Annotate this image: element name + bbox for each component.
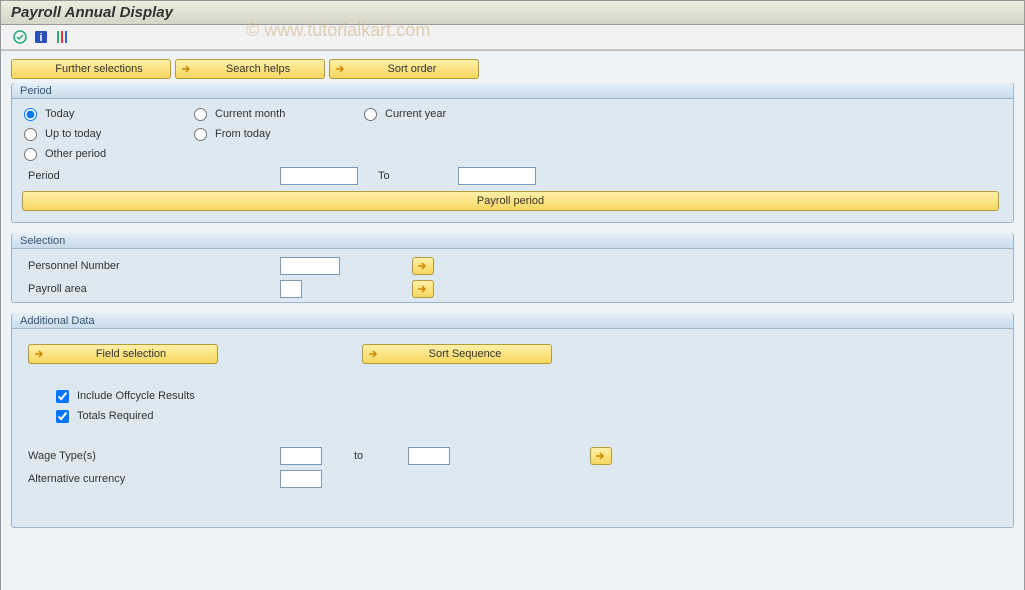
arrow-right-icon bbox=[594, 450, 608, 462]
personnel-number-helper-button[interactable] bbox=[412, 257, 434, 275]
sort-order-button[interactable]: Sort order bbox=[329, 59, 479, 79]
payroll-area-input[interactable] bbox=[280, 280, 302, 298]
wage-types-from-input[interactable] bbox=[280, 447, 322, 465]
period-group: Period Today Current month Current year bbox=[11, 83, 1014, 223]
alt-currency-label: Alternative currency bbox=[22, 473, 280, 485]
sort-sequence-label: Sort Sequence bbox=[429, 348, 502, 360]
sort-sequence-button[interactable]: Sort Sequence bbox=[362, 344, 552, 364]
radio-today[interactable]: Today bbox=[22, 108, 192, 121]
radio-current-year[interactable]: Current year bbox=[362, 108, 532, 121]
personnel-number-label: Personnel Number bbox=[22, 260, 280, 272]
payroll-period-label: Payroll period bbox=[477, 195, 544, 207]
period-to-label: To bbox=[358, 170, 458, 182]
period-from-input[interactable] bbox=[280, 167, 358, 185]
selection-legend: Selection bbox=[12, 233, 1013, 249]
wage-types-helper-button[interactable] bbox=[590, 447, 612, 465]
radio-up-to-today[interactable]: Up to today bbox=[22, 128, 192, 141]
payroll-area-label: Payroll area bbox=[22, 283, 280, 295]
radio-other-period[interactable]: Other period bbox=[22, 148, 192, 161]
include-offcycle-checkbox[interactable] bbox=[56, 390, 69, 403]
arrow-right-icon bbox=[367, 348, 381, 360]
radio-today-input[interactable] bbox=[24, 108, 37, 121]
radio-current-month-label: Current month bbox=[215, 108, 285, 120]
radio-current-month[interactable]: Current month bbox=[192, 108, 362, 121]
wage-types-to-label: to bbox=[322, 450, 408, 462]
radio-from-today[interactable]: From today bbox=[192, 128, 362, 141]
arrow-right-icon bbox=[180, 63, 194, 75]
radio-from-today-label: From today bbox=[215, 128, 271, 140]
selection-group: Selection Personnel Number Payroll area bbox=[11, 233, 1014, 303]
period-to-input[interactable] bbox=[458, 167, 536, 185]
include-offcycle-label: Include Offcycle Results bbox=[77, 390, 195, 402]
radio-current-year-input[interactable] bbox=[364, 108, 377, 121]
wage-types-label: Wage Type(s) bbox=[22, 450, 280, 462]
payroll-area-helper-button[interactable] bbox=[412, 280, 434, 298]
radio-up-to-today-input[interactable] bbox=[24, 128, 37, 141]
search-helps-label: Search helps bbox=[226, 63, 290, 75]
include-offcycle-row[interactable]: Include Offcycle Results bbox=[22, 386, 1003, 406]
info-icon[interactable]: i bbox=[32, 28, 50, 46]
radio-from-today-input[interactable] bbox=[194, 128, 207, 141]
arrow-right-icon bbox=[33, 348, 47, 360]
arrow-right-icon bbox=[334, 63, 348, 75]
page-title: Payroll Annual Display bbox=[1, 1, 1024, 25]
totals-required-checkbox[interactable] bbox=[56, 410, 69, 423]
search-helps-button[interactable]: Search helps bbox=[175, 59, 325, 79]
wage-types-to-input[interactable] bbox=[408, 447, 450, 465]
execute-icon[interactable] bbox=[11, 28, 29, 46]
period-field-label: Period bbox=[22, 170, 280, 182]
totals-required-row[interactable]: Totals Required bbox=[22, 406, 1003, 426]
arrow-right-icon bbox=[416, 260, 430, 272]
period-legend: Period bbox=[12, 83, 1013, 99]
further-selections-button[interactable]: Further selections bbox=[11, 59, 171, 79]
radio-current-year-label: Current year bbox=[385, 108, 446, 120]
radio-up-to-today-label: Up to today bbox=[45, 128, 101, 140]
radio-today-label: Today bbox=[45, 108, 74, 120]
field-selection-label: Field selection bbox=[96, 348, 166, 360]
svg-text:i: i bbox=[39, 32, 42, 44]
top-button-row: Further selections Search helps Sort ord… bbox=[11, 59, 1014, 79]
alt-currency-input[interactable] bbox=[280, 470, 322, 488]
personnel-number-input[interactable] bbox=[280, 257, 340, 275]
arrow-right-icon bbox=[416, 283, 430, 295]
additional-data-group: Additional Data Field selection Sort Seq… bbox=[11, 313, 1014, 528]
totals-required-label: Totals Required bbox=[77, 410, 153, 422]
radio-other-period-label: Other period bbox=[45, 148, 106, 160]
app-toolbar: i © www.tutorialkart.com bbox=[1, 25, 1024, 50]
main-pane: Further selections Search helps Sort ord… bbox=[1, 50, 1024, 590]
field-selection-button[interactable]: Field selection bbox=[28, 344, 218, 364]
additional-data-legend: Additional Data bbox=[12, 313, 1013, 329]
variant-icon[interactable] bbox=[53, 28, 71, 46]
payroll-period-button[interactable]: Payroll period bbox=[22, 191, 999, 211]
further-selections-label: Further selections bbox=[55, 63, 142, 75]
radio-current-month-input[interactable] bbox=[194, 108, 207, 121]
radio-other-period-input[interactable] bbox=[24, 148, 37, 161]
sort-order-label: Sort order bbox=[388, 63, 437, 75]
